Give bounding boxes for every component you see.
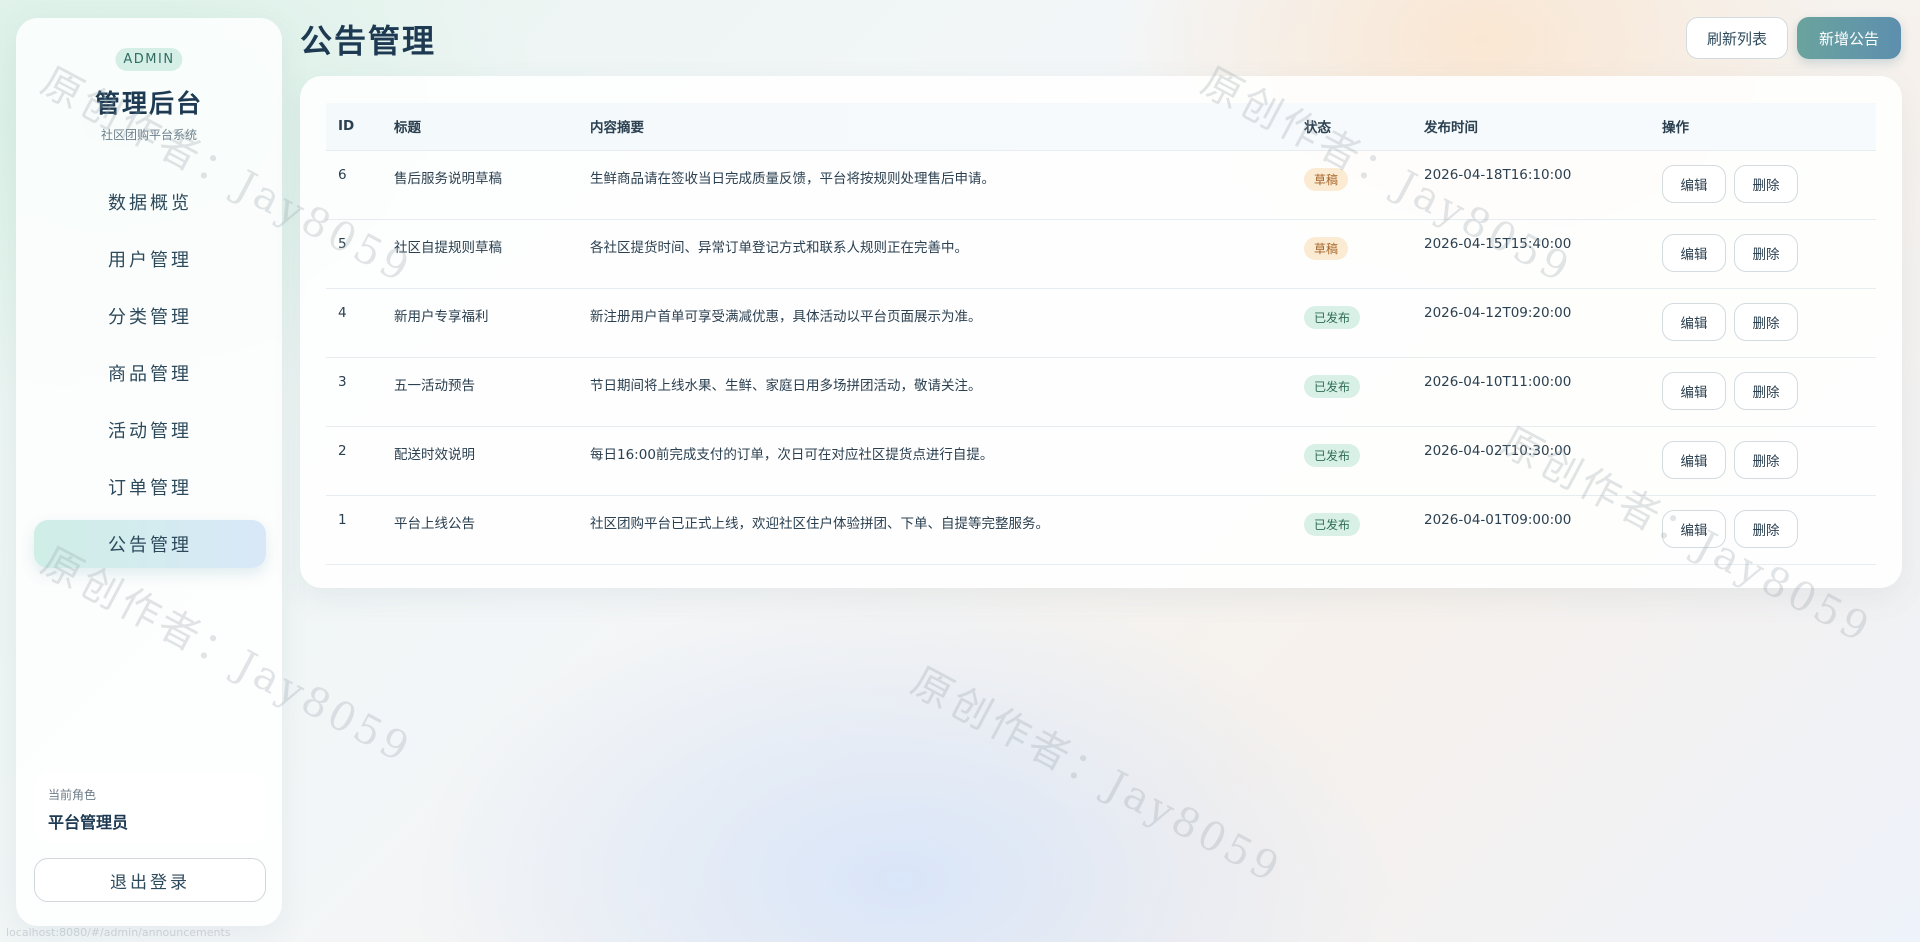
edit-button[interactable]: 编辑 [1662, 371, 1726, 410]
cell-id: 3 [338, 373, 347, 390]
cell-summary: 生鲜商品请在签收当日完成质量反馈，平台将按规则处理售后申请。 [590, 170, 995, 187]
sidebar: ADMIN 管理后台 社区团购平台系统 数据概览 用户管理 分类管理 商品管理 … [16, 18, 282, 926]
announcements-card: ID 标题 内容摘要 状态 发布时间 操作 6 售后服务说明草稿 生鲜商品请在签… [300, 76, 1902, 588]
cell-time: 2026-04-01T09:00:00 [1424, 511, 1572, 528]
cell-title: 配送时效说明 [394, 446, 475, 463]
current-role-box: 当前角色 平台管理员 [34, 772, 266, 842]
col-id: ID [338, 118, 355, 135]
table-row: 4 新用户专享福利 新注册用户首单可享受满减优惠，具体活动以平台页面展示为准。 … [326, 288, 1876, 357]
cell-id: 6 [338, 166, 347, 183]
sidebar-item-announcements[interactable]: 公告管理 [34, 520, 266, 568]
col-status: 状态 [1304, 120, 1331, 137]
sidebar-item-products[interactable]: 商品管理 [34, 349, 266, 397]
status-badge: 已发布 [1304, 374, 1361, 398]
cell-id: 4 [338, 304, 347, 321]
delete-button[interactable]: 删除 [1734, 509, 1798, 548]
sidebar-item-categories[interactable]: 分类管理 [34, 292, 266, 340]
edit-button[interactable]: 编辑 [1662, 440, 1726, 479]
status-url: localhost:8080/#/admin/announcements [6, 926, 231, 939]
status-badge: 已发布 [1304, 512, 1361, 536]
role-value: 平台管理员 [48, 813, 129, 832]
cell-time: 2026-04-12T09:20:00 [1424, 304, 1572, 321]
edit-button[interactable]: 编辑 [1662, 164, 1726, 203]
page-title: 公告管理 [300, 22, 437, 60]
delete-button[interactable]: 删除 [1734, 371, 1798, 410]
delete-button[interactable]: 删除 [1734, 440, 1798, 479]
brand-title: 管理后台 [94, 89, 203, 118]
cell-title: 新用户专享福利 [394, 308, 489, 325]
delete-button[interactable]: 删除 [1734, 164, 1798, 203]
announcements-table: ID 标题 内容摘要 状态 发布时间 操作 6 售后服务说明草稿 生鲜商品请在签… [326, 103, 1876, 565]
col-time: 发布时间 [1424, 120, 1478, 137]
table-row: 6 售后服务说明草稿 生鲜商品请在签收当日完成质量反馈，平台将按规则处理售后申请… [326, 150, 1876, 219]
cell-id: 1 [338, 511, 347, 528]
admin-badge: ADMIN [115, 48, 183, 71]
status-badge: 草稿 [1304, 167, 1349, 191]
table-row: 3 五一活动预告 节日期间将上线水果、生鲜、家庭日用多场拼团活动，敬请关注。 已… [326, 357, 1876, 426]
table-header-row: ID 标题 内容摘要 状态 发布时间 操作 [326, 103, 1876, 150]
edit-button[interactable]: 编辑 [1662, 233, 1726, 272]
status-badge: 草稿 [1304, 236, 1349, 260]
cell-summary: 社区团购平台已正式上线，欢迎社区住户体验拼团、下单、自提等完整服务。 [590, 515, 1049, 532]
logout-button[interactable]: 退出登录 [34, 858, 266, 902]
edit-button[interactable]: 编辑 [1662, 302, 1726, 341]
cell-time: 2026-04-15T15:40:00 [1424, 235, 1572, 252]
cell-id: 5 [338, 235, 347, 252]
add-announcement-button[interactable]: 新增公告 [1797, 17, 1901, 59]
sidebar-item-orders[interactable]: 订单管理 [34, 463, 266, 511]
sidebar-nav: 数据概览 用户管理 分类管理 商品管理 活动管理 订单管理 公告管理 [34, 178, 266, 577]
cell-title: 社区自提规则草稿 [394, 239, 502, 256]
table-row: 5 社区自提规则草稿 各社区提货时间、异常订单登记方式和联系人规则正在完善中。 … [326, 219, 1876, 288]
refresh-list-button[interactable]: 刷新列表 [1686, 17, 1788, 59]
cell-summary: 节日期间将上线水果、生鲜、家庭日用多场拼团活动，敬请关注。 [590, 377, 982, 394]
status-badge: 已发布 [1304, 443, 1361, 467]
watermark-text: 原创作者：Jay8059 [903, 658, 1290, 893]
cell-summary: 每日16:00前完成支付的订单，次日可在对应社区提货点进行自提。 [590, 446, 994, 463]
edit-button[interactable]: 编辑 [1662, 509, 1726, 548]
role-label: 当前角色 [48, 788, 97, 802]
table-row: 1 平台上线公告 社区团购平台已正式上线，欢迎社区住户体验拼团、下单、自提等完整… [326, 495, 1876, 564]
cell-time: 2026-04-18T16:10:00 [1424, 166, 1572, 183]
sidebar-item-dashboard[interactable]: 数据概览 [34, 178, 266, 226]
delete-button[interactable]: 删除 [1734, 233, 1798, 272]
col-title: 标题 [394, 120, 421, 137]
col-actions: 操作 [1662, 120, 1689, 137]
cell-title: 五一活动预告 [394, 377, 475, 394]
sidebar-item-users[interactable]: 用户管理 [34, 235, 266, 283]
cell-title: 售后服务说明草稿 [394, 170, 502, 187]
cell-time: 2026-04-02T10:30:00 [1424, 442, 1572, 459]
cell-time: 2026-04-10T11:00:00 [1424, 373, 1572, 390]
delete-button[interactable]: 删除 [1734, 302, 1798, 341]
sidebar-item-activities[interactable]: 活动管理 [34, 406, 266, 454]
brand-subtitle: 社区团购平台系统 [100, 128, 197, 142]
status-badge: 已发布 [1304, 305, 1361, 329]
cell-title: 平台上线公告 [394, 515, 475, 532]
cell-summary: 各社区提货时间、异常订单登记方式和联系人规则正在完善中。 [590, 239, 968, 256]
col-summary: 内容摘要 [590, 120, 644, 137]
table-row: 2 配送时效说明 每日16:00前完成支付的订单，次日可在对应社区提货点进行自提… [326, 426, 1876, 495]
cell-summary: 新注册用户首单可享受满减优惠，具体活动以平台页面展示为准。 [590, 308, 982, 325]
cell-id: 2 [338, 442, 347, 459]
